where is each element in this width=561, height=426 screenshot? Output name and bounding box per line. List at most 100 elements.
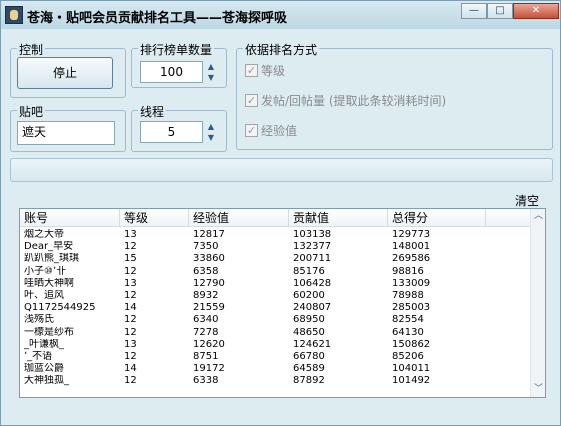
cell-contribution: 124621 <box>293 338 332 350</box>
cell-contribution: 60200 <box>293 290 325 301</box>
cell-level: 12 <box>124 351 137 362</box>
maximize-button[interactable]: □ <box>487 3 513 19</box>
table-row[interactable]: 烟之大帝 13 12817 103138 129773 <box>20 229 530 241</box>
cell-total: 104011 <box>392 363 431 375</box>
cell-contribution: 85176 <box>293 265 325 277</box>
cell-total: 82554 <box>392 314 424 326</box>
column-header-exp[interactable]: 经验值 <box>189 209 289 227</box>
cell-account: 趴趴熊_琪琪 <box>24 253 79 265</box>
table-header: 账号 等级 经验值 贡献值 总得分 <box>20 209 530 227</box>
cell-exp: 6358 <box>193 265 219 277</box>
table-row[interactable]: 小子⑩ʼ卝 12 6358 85176 98816 <box>20 266 530 278</box>
cell-level: 14 <box>124 363 137 375</box>
title-bar: 苍海・贴吧会员贡献排名工具——苍海探呼吸 — □ ✕ <box>1 1 560 29</box>
table-row[interactable]: 珈蓝公爵 14 19172 64589 104011 <box>20 363 530 375</box>
cell-account: 小子⑩ʼ卝 <box>24 265 67 277</box>
clear-button[interactable]: 清空 <box>515 192 539 209</box>
cell-total: 133009 <box>392 277 431 289</box>
cell-contribution: 106428 <box>293 277 332 289</box>
cell-total: 129773 <box>392 229 431 240</box>
rank-count-group: 排行榜单数量 100 ▲ ▼ <box>131 41 227 88</box>
main-window: 苍海・贴吧会员贡献排名工具——苍海探呼吸 — □ ✕ 控制 停止 排行榜单数量 … <box>0 0 561 426</box>
cell-level: 12 <box>124 265 137 277</box>
close-button[interactable]: ✕ <box>513 3 559 19</box>
criteria-group-label: 依据排名方式 <box>243 41 320 58</box>
cell-contribution: 64589 <box>293 363 325 375</box>
cell-exp: 19172 <box>193 363 225 375</box>
column-header-contribution[interactable]: 贡献值 <box>289 209 388 227</box>
chevron-down-icon[interactable]: ▼ <box>204 72 218 83</box>
threads-spinner: ▲ ▼ <box>204 121 218 143</box>
table-row[interactable]: 叶、追风 12 8932 60200 78988 <box>20 290 530 302</box>
cell-account: Q1172544925 <box>24 302 96 314</box>
cell-total: 150862 <box>392 338 431 350</box>
cell-level: 12 <box>124 314 137 326</box>
column-header-account[interactable]: 账号 <box>20 209 120 227</box>
threads-group-label: 线程 <box>138 103 167 120</box>
cell-exp: 6340 <box>193 314 219 326</box>
chevron-up-icon[interactable]: ▲ <box>204 61 218 72</box>
stop-button[interactable]: 停止 <box>17 57 113 89</box>
criteria-option-posts[interactable]: ✓ 发帖/回帖量 (提取此条较消耗时间) <box>245 92 446 109</box>
chevron-down-icon[interactable]: ﹀ <box>531 382 545 397</box>
cell-account: 哇晒大神啊 <box>24 277 74 289</box>
cell-contribution: 66780 <box>293 351 325 362</box>
checkmark-icon[interactable]: ✓ <box>245 124 258 137</box>
rank-count-input[interactable]: 100 <box>140 61 203 83</box>
forum-input[interactable]: 遮天 <box>17 121 115 145</box>
cell-level: 15 <box>124 253 137 265</box>
table-row[interactable]: Dear_早安 12 7350 132377 148001 <box>20 241 530 253</box>
ranking-table: 账号 等级 经验值 贡献值 总得分 烟之大帝 13 12817 103138 12977… <box>19 208 546 398</box>
checkmark-icon[interactable]: ✓ <box>245 94 258 107</box>
cell-total: 78988 <box>392 290 424 301</box>
chevron-up-icon[interactable]: ︿ <box>531 209 545 224</box>
cell-level: 14 <box>124 302 137 314</box>
table-row[interactable]: Q1172544925 14 21559 240807 285003 <box>20 302 530 314</box>
table-row[interactable]: _叶谦枫_ 13 12620 124621 150862 <box>20 339 530 351</box>
cell-contribution: 132377 <box>293 241 332 253</box>
cell-total: 64130 <box>392 326 424 338</box>
cell-account: 一檬是纱布 <box>24 326 74 338</box>
chevron-up-icon[interactable]: ▲ <box>204 121 218 132</box>
cell-exp: 33860 <box>193 253 225 265</box>
column-header-total[interactable]: 总得分 <box>388 209 486 227</box>
cell-contribution: 103138 <box>293 229 332 240</box>
cell-level: 12 <box>124 326 137 338</box>
cell-exp: 12817 <box>193 229 225 240</box>
control-group-label: 控制 <box>17 41 46 58</box>
table-row[interactable]: ʼ_不语 12 8751 66780 85206 <box>20 351 530 363</box>
criteria-option-level[interactable]: ✓ 等级 <box>245 62 285 79</box>
table-scrollbar[interactable]: ︿ ﹀ <box>530 209 545 397</box>
table-row[interactable]: 哇晒大神啊 13 12790 106428 133009 <box>20 278 530 290</box>
criteria-option-label: 等级 <box>261 64 286 78</box>
cell-account: 烟之大帝 <box>24 229 64 240</box>
cell-total: 101492 <box>392 375 431 387</box>
table-row[interactable]: 趴趴熊_琪琪 15 33860 200711 269586 <box>20 253 530 265</box>
cell-level: 12 <box>124 375 137 387</box>
table-row[interactable]: 一檬是纱布 12 7278 48650 64130 <box>20 327 530 339</box>
progress-bar <box>10 158 553 182</box>
cell-exp: 12620 <box>193 338 225 350</box>
criteria-option-exp[interactable]: ✓ 经验值 <box>245 122 297 139</box>
table-row[interactable]: 浅殇氏 12 6340 68950 82554 <box>20 314 530 326</box>
rank-count-group-label: 排行榜单数量 <box>138 41 215 58</box>
threads-input[interactable]: 5 <box>140 121 203 143</box>
cell-level: 12 <box>124 290 137 301</box>
table-row[interactable]: 大神独孤_ 12 6338 87892 101492 <box>20 375 530 387</box>
criteria-group: 依据排名方式 ✓ 等级 ✓ 发帖/回帖量 (提取此条较消耗时间) ✓ 经验值 <box>236 41 553 150</box>
cell-contribution: 87892 <box>293 375 325 387</box>
forum-group: 贴吧 遮天 <box>10 103 126 152</box>
forum-group-label: 贴吧 <box>17 103 46 120</box>
cell-exp: 12790 <box>193 277 225 289</box>
chevron-down-icon[interactable]: ▼ <box>204 132 218 143</box>
checkmark-icon[interactable]: ✓ <box>245 64 258 77</box>
threads-group: 线程 5 ▲ ▼ <box>131 103 227 152</box>
column-header-level[interactable]: 等级 <box>120 209 189 227</box>
minimize-button[interactable]: — <box>461 3 487 19</box>
cell-level: 12 <box>124 241 137 253</box>
cell-total: 85206 <box>392 351 424 362</box>
cell-exp: 8751 <box>193 351 219 362</box>
cell-account: 大神独孤_ <box>24 375 69 387</box>
cell-level: 13 <box>124 277 137 289</box>
cell-contribution: 240807 <box>293 302 332 314</box>
